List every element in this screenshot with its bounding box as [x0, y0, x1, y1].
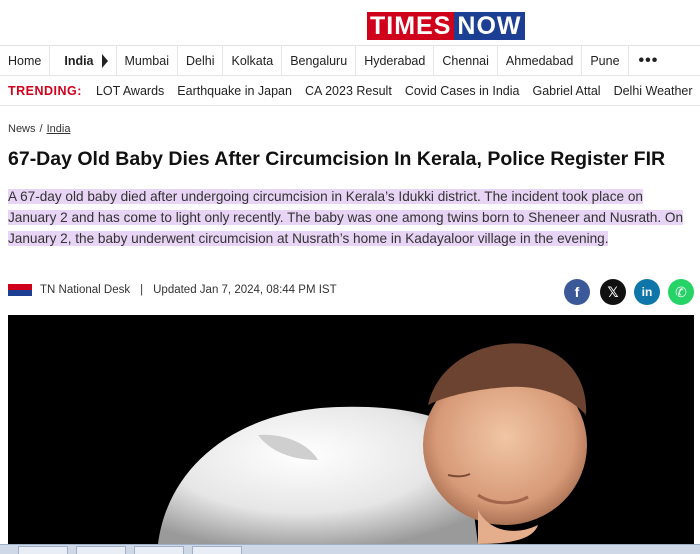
- article-summary: A 67-day old baby died after undergoing …: [8, 186, 692, 249]
- baby-photo: [8, 315, 694, 544]
- facebook-icon[interactable]: f: [564, 279, 590, 305]
- trending-label: TRENDING:: [8, 83, 82, 98]
- times-now-logo[interactable]: TIMES NOW: [367, 12, 525, 40]
- nav-item-bengaluru[interactable]: Bengaluru: [282, 45, 357, 76]
- taskbar-app[interactable]: [192, 546, 242, 554]
- os-taskbar: [0, 544, 700, 554]
- logo-now: NOW: [454, 12, 525, 40]
- nav-item-chennai[interactable]: Chennai: [434, 45, 498, 76]
- breadcrumb-india[interactable]: India: [47, 123, 71, 135]
- trending-item[interactable]: LOT Awards: [96, 84, 177, 98]
- nav-item-kolkata[interactable]: Kolkata: [223, 45, 283, 76]
- trending-bar: TRENDING: LOT Awards Earthquake in Japan…: [0, 76, 700, 106]
- byline: TN National Desk | Updated Jan 7, 2024, …: [8, 284, 337, 296]
- breadcrumb-news[interactable]: News: [8, 123, 36, 135]
- author-name[interactable]: TN National Desk: [40, 284, 130, 296]
- nav-item-india-label: India: [64, 53, 94, 68]
- taskbar-app[interactable]: [134, 546, 184, 554]
- more-dots-icon[interactable]: •••: [629, 52, 669, 70]
- trending-item[interactable]: Gabriel Attal: [532, 84, 613, 98]
- x-icon[interactable]: 𝕏: [600, 279, 626, 305]
- breadcrumb-separator: /: [39, 123, 43, 135]
- article-hero-image: [8, 315, 694, 544]
- trending-item[interactable]: Covid Cases in India: [405, 84, 533, 98]
- breadcrumb: News / India: [8, 123, 70, 135]
- main-nav: Home India Mumbai Delhi Kolkata Bengalur…: [0, 45, 700, 76]
- nav-item-pune[interactable]: Pune: [582, 45, 629, 76]
- nav-item-mumbai[interactable]: Mumbai: [117, 45, 178, 76]
- author-logo: [8, 284, 32, 296]
- nav-item-home[interactable]: Home: [0, 45, 51, 76]
- linkedin-icon[interactable]: in: [634, 279, 660, 305]
- taskbar-app[interactable]: [18, 546, 68, 554]
- logo-times: TIMES: [367, 12, 455, 40]
- article-title: 67-Day Old Baby Dies After Circumcision …: [8, 148, 666, 170]
- article-summary-text: A 67-day old baby died after undergoing …: [8, 189, 684, 246]
- nav-item-hyderabad[interactable]: Hyderabad: [356, 45, 435, 76]
- trending-item[interactable]: Earthquake in Japan: [177, 84, 305, 98]
- whatsapp-icon[interactable]: ✆: [668, 279, 694, 305]
- nav-item-ahmedabad[interactable]: Ahmedabad: [498, 45, 583, 76]
- caret-right-icon: [101, 54, 108, 69]
- updated-timestamp: Updated Jan 7, 2024, 08:44 PM IST: [153, 284, 337, 296]
- header: TIMES NOW: [0, 0, 700, 46]
- nav-item-delhi[interactable]: Delhi: [178, 45, 224, 76]
- taskbar-app[interactable]: [76, 546, 126, 554]
- trending-item[interactable]: CA 2023 Result: [305, 84, 405, 98]
- byline-divider: |: [140, 284, 144, 296]
- trending-item[interactable]: Delhi Weather: [614, 84, 700, 98]
- nav-item-india[interactable]: India: [50, 45, 117, 76]
